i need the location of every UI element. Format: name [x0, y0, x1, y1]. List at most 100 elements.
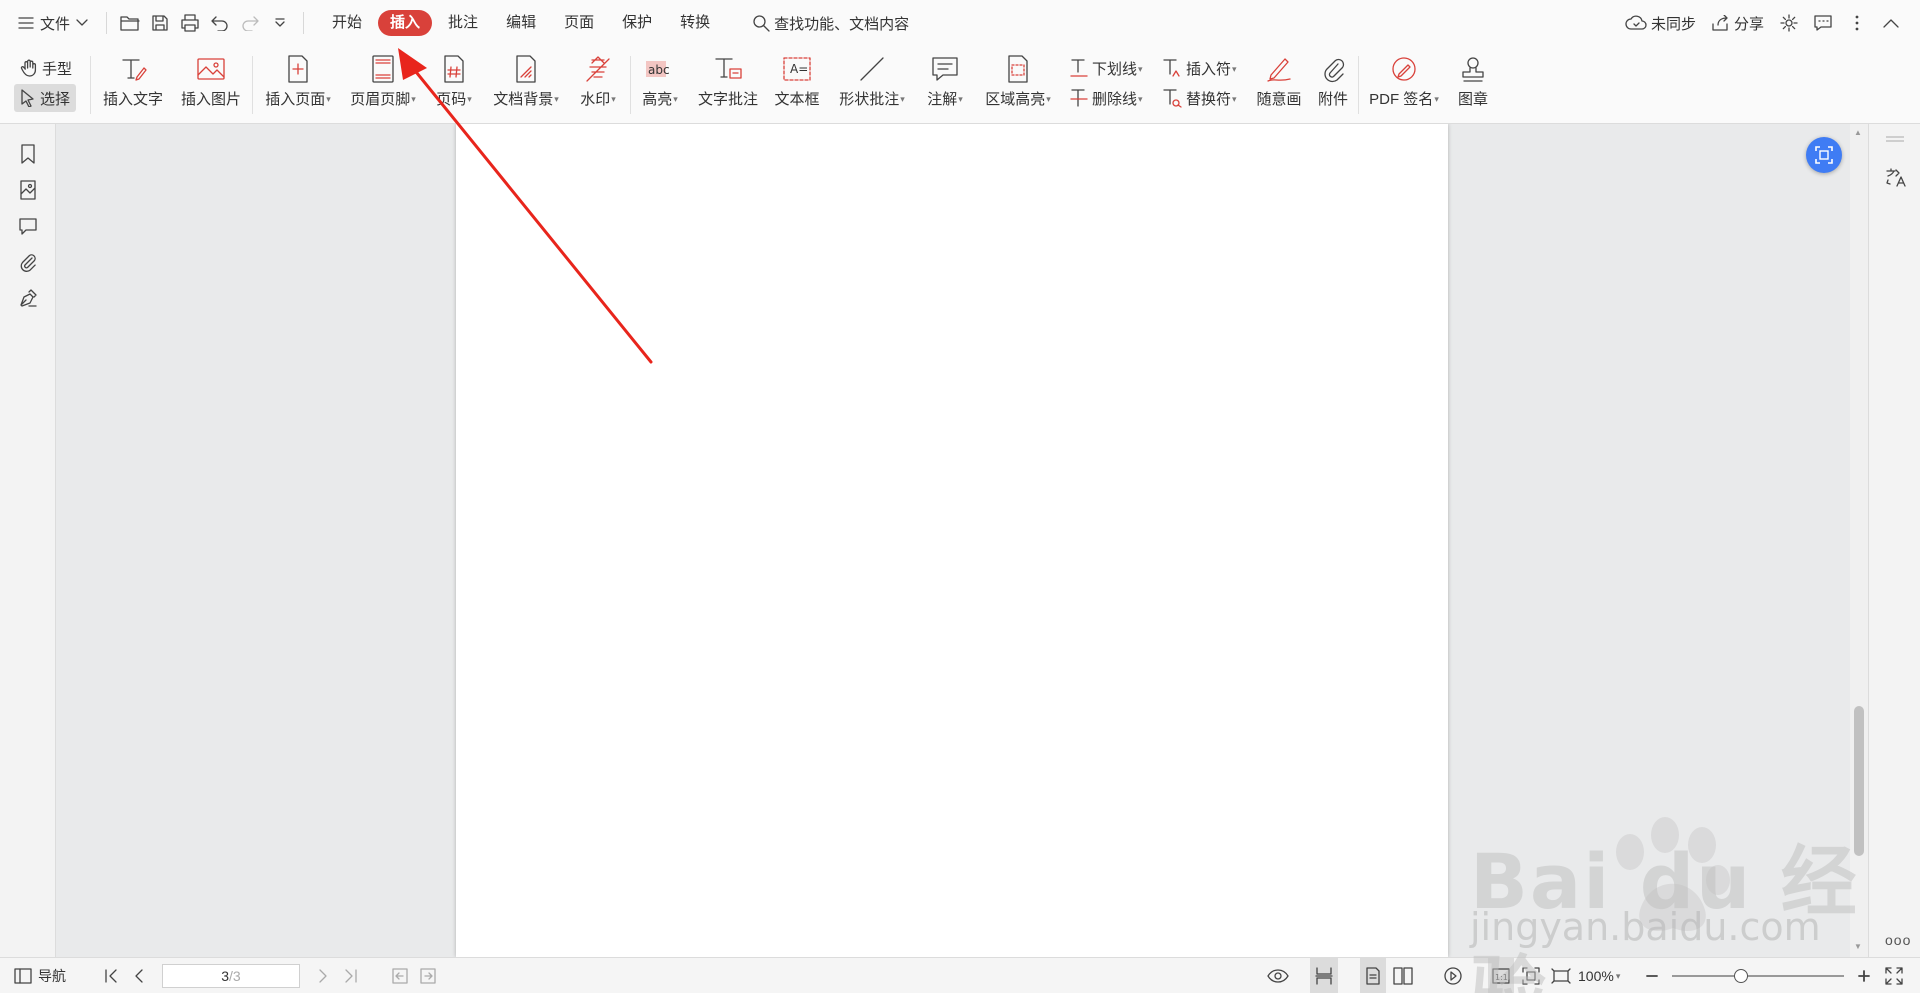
left-sidebar [0, 124, 56, 957]
panel-drag-handle[interactable] [1885, 136, 1905, 142]
feature-search[interactable]: 查找功能、文档内容 [752, 13, 909, 34]
total-pages: /3 [229, 968, 241, 984]
select-tool-label: 选择 [40, 90, 71, 108]
page-number-input[interactable]: 3 /3 [162, 964, 300, 988]
insert-mark-button[interactable]: 插入符 [1156, 54, 1243, 82]
replace-mark-label: 替换符 [1186, 88, 1237, 109]
text-box-button[interactable]: A= 文本框 [772, 52, 822, 118]
highlight-button[interactable]: abc 高亮 [638, 52, 682, 118]
last-page-button[interactable] [340, 958, 362, 993]
thumbnail-icon [19, 180, 37, 200]
insert-text-icon [119, 52, 147, 86]
tab-insert[interactable]: 插入 [378, 10, 433, 36]
svg-text:A=: A= [790, 62, 808, 76]
watermark-button[interactable]: 水印 [576, 52, 620, 118]
chevron-right-icon [318, 969, 328, 983]
back-view-button[interactable] [388, 958, 412, 993]
open-folder-button[interactable] [115, 8, 145, 38]
select-tool-button[interactable]: 选择 [14, 84, 77, 112]
tab-protect[interactable]: 保护 [610, 10, 664, 36]
feedback-button[interactable] [1808, 8, 1838, 38]
tab-page[interactable]: 页面 [552, 10, 606, 36]
single-page-button[interactable] [1360, 958, 1386, 993]
doc-background-icon [514, 52, 538, 86]
eye-icon [1267, 969, 1289, 983]
hand-tool-button[interactable]: 手型 [14, 54, 78, 82]
tab-annotate[interactable]: 批注 [436, 10, 490, 36]
pen-nib-icon [18, 288, 38, 308]
continuous-page-button[interactable] [1310, 958, 1338, 993]
collapse-ribbon-button[interactable] [1876, 8, 1906, 38]
share-button[interactable]: 分享 [1706, 13, 1770, 34]
two-page-button[interactable] [1390, 958, 1416, 993]
ocr-float-button[interactable] [1806, 137, 1842, 173]
pdf-page[interactable] [456, 124, 1448, 957]
settings-button[interactable] [1774, 8, 1804, 38]
area-highlight-button[interactable]: 区域高亮 [980, 52, 1056, 118]
file-menu[interactable]: 文件 [0, 8, 98, 38]
nav-label: 导航 [38, 968, 66, 984]
undo-button[interactable] [205, 8, 235, 38]
previous-page-button[interactable] [128, 958, 150, 993]
header-footer-button[interactable]: 页眉页脚 [346, 52, 420, 118]
bookmark-panel-button[interactable] [14, 140, 42, 168]
text-annotation-button[interactable]: 文字批注 [692, 52, 764, 118]
strikethrough-icon [1070, 88, 1088, 108]
reading-mode-button[interactable] [1264, 958, 1292, 993]
redo-button[interactable] [235, 8, 265, 38]
scroll-up-arrow-icon[interactable]: ▲ [1854, 128, 1862, 137]
strikethrough-button[interactable]: 删除线 [1064, 84, 1149, 112]
header-footer-icon [371, 52, 395, 86]
insert-mark-icon [1162, 58, 1182, 78]
pdf-sign-button[interactable]: PDF 签名 [1366, 52, 1442, 118]
sync-label: 未同步 [1650, 15, 1696, 33]
translate-button[interactable] [1883, 164, 1909, 190]
forward-view-button[interactable] [416, 958, 440, 993]
attachments-panel-button[interactable] [14, 248, 42, 276]
file-menu-label: 文件 [40, 15, 71, 33]
stamp-label: 图章 [1457, 91, 1488, 108]
attachment-button[interactable]: 附件 [1312, 52, 1354, 118]
two-page-icon [1393, 967, 1413, 985]
divider [303, 12, 305, 34]
hand-tool-label: 手型 [42, 60, 73, 78]
page-number-label: 页码 [436, 88, 472, 109]
header-footer-label: 页眉页脚 [350, 88, 416, 109]
first-page-button[interactable] [100, 958, 122, 993]
next-page-button[interactable] [312, 958, 334, 993]
divider [630, 56, 631, 114]
text-annotation-label: 文字批注 [697, 91, 758, 108]
watermark-label: 水印 [580, 88, 616, 109]
insert-text-button[interactable]: 插入文字 [102, 52, 164, 118]
underline-button[interactable]: 下划线 [1064, 54, 1149, 82]
play-slideshow-button[interactable] [1440, 958, 1466, 993]
insert-page-label: 插入页面 [265, 88, 331, 109]
print-button[interactable] [175, 8, 205, 38]
note-button[interactable]: 注解 [920, 52, 970, 118]
single-page-icon [1365, 967, 1381, 985]
more-vertical-icon [1855, 15, 1859, 31]
tab-home[interactable]: 开始 [320, 10, 374, 36]
freehand-button[interactable]: 随意画 [1252, 52, 1306, 118]
tab-convert[interactable]: 转换 [668, 10, 722, 36]
sign-icon [1390, 52, 1418, 86]
svg-text:abc: abc [648, 63, 670, 77]
page-number-button[interactable]: 页码 [432, 52, 476, 118]
save-button[interactable] [145, 8, 175, 38]
divider [106, 12, 108, 34]
stamp-button[interactable]: 图章 [1452, 52, 1494, 118]
continuous-page-icon [1315, 967, 1333, 985]
customize-toolbar-icon[interactable] [265, 8, 295, 38]
thumbnail-panel-button[interactable] [14, 176, 42, 204]
doc-background-button[interactable]: 文档背景 [488, 52, 564, 118]
navigation-toggle-button[interactable]: 导航 [14, 958, 66, 993]
signature-panel-button[interactable] [14, 284, 42, 312]
sync-status-button[interactable]: 未同步 [1619, 13, 1702, 34]
insert-image-button[interactable]: 插入图片 [178, 52, 244, 118]
comments-panel-button[interactable] [14, 212, 42, 240]
replace-mark-button[interactable]: 替换符 [1156, 84, 1243, 112]
insert-page-button[interactable]: 插入页面 [262, 52, 334, 118]
tab-edit[interactable]: 编辑 [494, 10, 548, 36]
more-menu-button[interactable] [1842, 8, 1872, 38]
shape-annotation-button[interactable]: 形状批注 [834, 52, 910, 118]
